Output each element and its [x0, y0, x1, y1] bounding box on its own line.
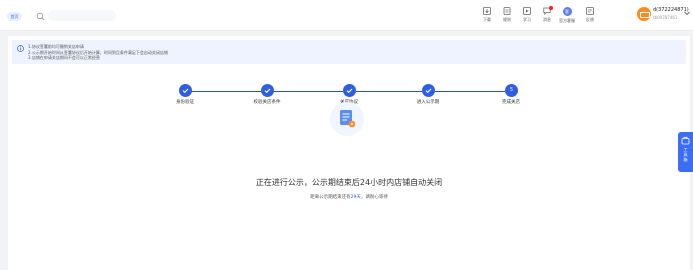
- document-icon: [340, 110, 356, 128]
- message-label: 消息: [543, 17, 551, 22]
- step-connector: [356, 91, 422, 92]
- search-icon[interactable]: [36, 12, 45, 21]
- chevron-down-icon[interactable]: [684, 11, 690, 16]
- step-label: 校验关店条件: [253, 100, 281, 105]
- top-bar: 首页 下载 规则 学习 消息 客 官方客服 反馈 d(372224871) tb…: [0, 0, 693, 31]
- home-button[interactable]: 首页: [7, 12, 22, 21]
- download-button[interactable]: 下载: [477, 7, 497, 29]
- countdown-prefix: 距离公示期结束还有: [310, 195, 351, 200]
- status-subtitle: 距离公示期结束还有29天，请耐心等待: [8, 194, 690, 200]
- message-button[interactable]: 消息: [537, 6, 557, 29]
- avatar[interactable]: [637, 7, 651, 21]
- toolbox-icon: [681, 136, 690, 145]
- step-connector: [191, 91, 261, 92]
- toolbox-button[interactable]: 工具箱: [678, 132, 693, 172]
- countdown-suffix: ，请耐心等待: [360, 195, 388, 200]
- main-content: 1.协议签署前均可撤销关店申请 2.公示期开始时间从签署协议后开始计算，时间到且…: [8, 36, 690, 270]
- step-label: 身份验证: [176, 100, 194, 105]
- download-label: 下载: [483, 17, 491, 22]
- study-button[interactable]: 学习: [517, 7, 537, 29]
- user-account: tb00787461: [653, 15, 678, 20]
- check-icon: [346, 88, 353, 94]
- rule-book-icon: [503, 7, 511, 15]
- rules-button[interactable]: 规则: [497, 7, 517, 29]
- step-4-check: [422, 84, 435, 97]
- service-label: 官方客服: [559, 18, 575, 23]
- service-icon: 客: [562, 7, 572, 16]
- step-label: 进入公示期: [416, 100, 440, 105]
- check-icon: [264, 88, 271, 94]
- step-1-check: [179, 84, 192, 97]
- step-connector: [435, 91, 505, 92]
- service-button[interactable]: 客 官方客服: [557, 7, 577, 29]
- status-title: 正在进行公示，公示期结束后24小时内店铺自动关闭: [255, 178, 443, 187]
- feedback-icon: [586, 7, 594, 15]
- feedback-button[interactable]: 反馈: [580, 7, 600, 29]
- step-3-check: [343, 84, 356, 97]
- check-icon: [425, 88, 432, 94]
- step-connector: [274, 91, 343, 92]
- study-label: 学习: [523, 17, 531, 22]
- study-icon: [523, 7, 531, 15]
- countdown-days: 29天: [350, 195, 361, 200]
- feedback-label: 反馈: [586, 17, 594, 22]
- step-5-current: 5: [505, 84, 518, 97]
- check-icon: [182, 88, 189, 94]
- toolbox-label: 工具箱: [683, 147, 688, 162]
- rules-label: 规则: [503, 17, 511, 22]
- unread-dot: [549, 6, 553, 10]
- download-icon: [483, 7, 491, 15]
- progress-steps: 5 身份验证 校验关店条件 关店协议 进入公示期 完成关店: [8, 36, 690, 106]
- step-label: 完成关店: [502, 100, 520, 105]
- step-2-check: [261, 84, 274, 97]
- document-illustration: [330, 102, 364, 136]
- search-input[interactable]: [48, 10, 116, 21]
